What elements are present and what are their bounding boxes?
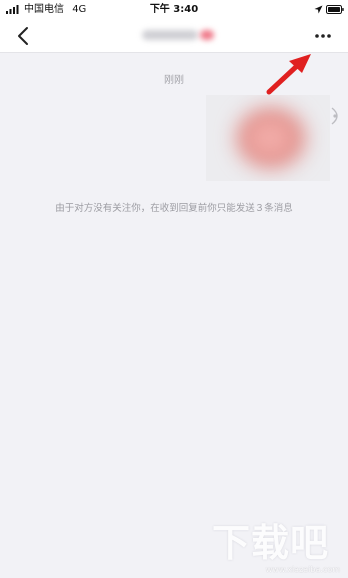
chat-message-area[interactable]: 刚刚 由于对方没有关注你，在收到回复前你只能发送３条消息 [0,53,348,578]
status-time: 下午 3:40 [149,4,199,15]
user-avatar[interactable] [330,107,344,125]
status-bar: 中国电信 4G 下午 3:40 [0,0,348,20]
chat-header [0,20,348,53]
battery-icon [326,5,344,14]
watermark-text: 下载吧 [212,520,330,565]
chevron-left-icon [18,27,28,45]
more-dots-icon [315,34,331,38]
watermark-url: www.xiazaiba.com [265,565,340,574]
message-limit-notice: 由于对方没有关注你，在收到回复前你只能发送３条消息 [55,203,293,214]
location-arrow-icon [314,5,323,14]
sent-image-message[interactable] [206,95,330,181]
more-options-button[interactable] [310,26,336,46]
contact-name-blurred [142,27,216,43]
annotation-arrow-icon [266,54,311,95]
watermark-logo: 下载吧 www.xiazaiba.com [212,520,344,575]
back-button[interactable] [12,24,36,48]
